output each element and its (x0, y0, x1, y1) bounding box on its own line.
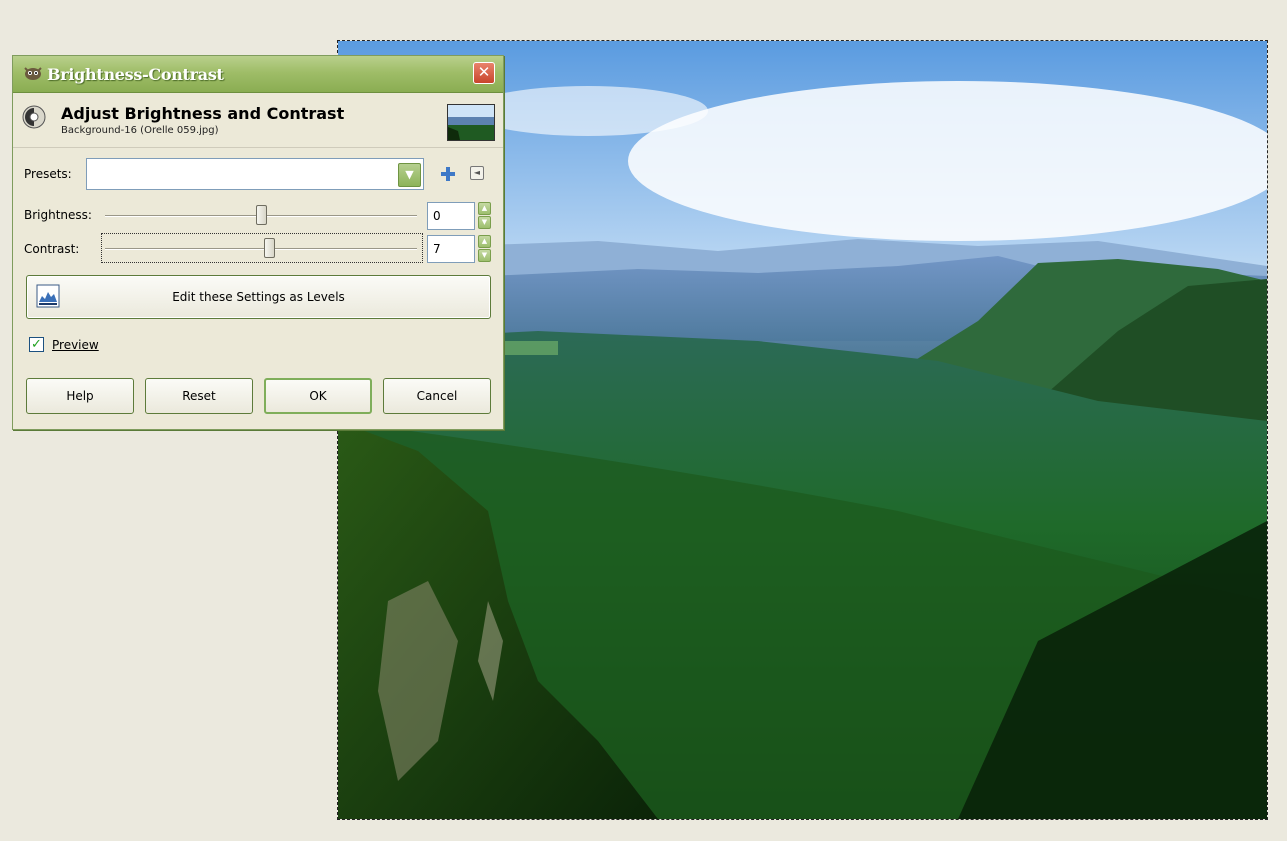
contrast-spin-arrows[interactable]: ▲ ▼ (478, 235, 491, 263)
preview-label[interactable]: Preview (52, 338, 99, 352)
preset-menu-icon[interactable]: ◄ (470, 166, 484, 180)
close-icon: ✕ (477, 63, 491, 81)
contrast-slider[interactable] (105, 248, 417, 250)
contrast-slider-handle[interactable] (264, 238, 276, 258)
help-button[interactable]: Help (26, 378, 134, 414)
brightness-label: Brightness: (24, 208, 92, 222)
brightness-spin-arrows[interactable]: ▲ ▼ (478, 202, 491, 230)
window-title: Brightness-Contrast (47, 65, 224, 84)
spin-down-icon[interactable]: ▼ (478, 249, 491, 262)
add-preset-icon[interactable] (440, 166, 456, 182)
dialog-header: Adjust Brightness and Contrast Backgroun… (13, 93, 503, 148)
dialog-titlebar[interactable]: Brightness-Contrast ✕ (13, 56, 503, 93)
brightness-slider-handle[interactable] (255, 205, 267, 225)
brightness-spinbutton[interactable]: 0 (427, 202, 475, 230)
brightness-contrast-icon (22, 105, 46, 129)
cancel-button[interactable]: Cancel (383, 378, 491, 414)
close-button[interactable]: ✕ (473, 62, 495, 84)
edit-as-levels-label: Edit these Settings as Levels (172, 290, 345, 304)
image-name: Background-16 (Orelle 059.jpg) (61, 125, 219, 136)
spin-up-icon[interactable]: ▲ (478, 202, 491, 215)
ok-button[interactable]: OK (264, 378, 372, 414)
checkmark-icon: ✓ (31, 337, 42, 352)
presets-label: Presets: (24, 167, 72, 181)
contrast-label: Contrast: (24, 242, 80, 256)
spin-down-icon[interactable]: ▼ (478, 216, 491, 229)
gimp-icon (24, 67, 42, 80)
brightness-contrast-dialog: Brightness-Contrast ✕ Adjust Brightness … (12, 55, 504, 430)
image-thumbnail (447, 104, 495, 141)
reset-button[interactable]: Reset (145, 378, 253, 414)
dialog-heading: Adjust Brightness and Contrast (61, 104, 345, 123)
chevron-down-icon[interactable]: ▼ (398, 163, 421, 187)
contrast-spinbutton[interactable]: 7 (427, 235, 475, 263)
edit-as-levels-button[interactable]: Edit these Settings as Levels (26, 275, 491, 319)
preview-checkbox[interactable]: ✓ (29, 337, 44, 352)
spin-up-icon[interactable]: ▲ (478, 235, 491, 248)
presets-combobox[interactable]: ▼ (86, 158, 424, 190)
